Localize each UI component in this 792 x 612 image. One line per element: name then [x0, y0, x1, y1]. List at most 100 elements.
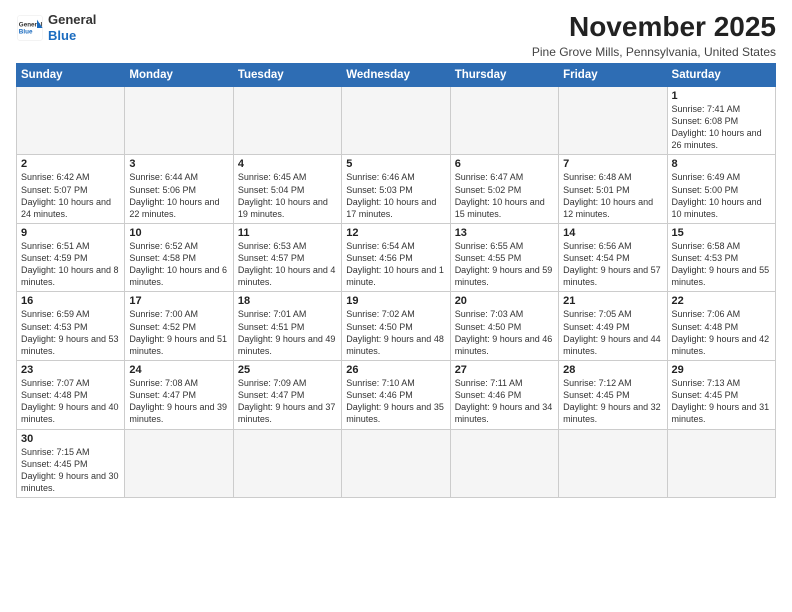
calendar-cell: 8Sunrise: 6:49 AM Sunset: 5:00 PM Daylig… [667, 155, 775, 224]
calendar-cell [667, 429, 775, 498]
day-info: Sunrise: 6:54 AM Sunset: 4:56 PM Dayligh… [346, 240, 445, 289]
day-info: Sunrise: 6:58 AM Sunset: 4:53 PM Dayligh… [672, 240, 771, 289]
day-number: 1 [672, 90, 771, 102]
calendar-cell: 6Sunrise: 6:47 AM Sunset: 5:02 PM Daylig… [450, 155, 558, 224]
calendar-cell: 12Sunrise: 6:54 AM Sunset: 4:56 PM Dayli… [342, 223, 450, 292]
calendar-cell: 9Sunrise: 6:51 AM Sunset: 4:59 PM Daylig… [17, 223, 125, 292]
calendar-cell [450, 429, 558, 498]
calendar-week-row: 2Sunrise: 6:42 AM Sunset: 5:07 PM Daylig… [17, 155, 776, 224]
calendar-cell: 11Sunrise: 6:53 AM Sunset: 4:57 PM Dayli… [233, 223, 341, 292]
day-number: 28 [563, 364, 662, 376]
day-info: Sunrise: 7:41 AM Sunset: 6:08 PM Dayligh… [672, 103, 771, 152]
day-info: Sunrise: 7:11 AM Sunset: 4:46 PM Dayligh… [455, 377, 554, 426]
calendar-cell: 30Sunrise: 7:15 AM Sunset: 4:45 PM Dayli… [17, 429, 125, 498]
header-wednesday: Wednesday [342, 63, 450, 86]
day-info: Sunrise: 7:10 AM Sunset: 4:46 PM Dayligh… [346, 377, 445, 426]
day-info: Sunrise: 6:56 AM Sunset: 4:54 PM Dayligh… [563, 240, 662, 289]
day-number: 5 [346, 158, 445, 170]
header-sunday: Sunday [17, 63, 125, 86]
day-number: 25 [238, 364, 337, 376]
day-info: Sunrise: 6:42 AM Sunset: 5:07 PM Dayligh… [21, 171, 120, 220]
calendar-week-row: 9Sunrise: 6:51 AM Sunset: 4:59 PM Daylig… [17, 223, 776, 292]
day-number: 18 [238, 295, 337, 307]
logo-icon: General Blue [16, 14, 44, 42]
weekday-header-row: Sunday Monday Tuesday Wednesday Thursday… [17, 63, 776, 86]
calendar-cell: 15Sunrise: 6:58 AM Sunset: 4:53 PM Dayli… [667, 223, 775, 292]
day-number: 3 [129, 158, 228, 170]
day-number: 2 [21, 158, 120, 170]
calendar-cell [559, 86, 667, 155]
page: General Blue GeneralBlue November 2025 P… [0, 0, 792, 612]
day-number: 15 [672, 227, 771, 239]
day-number: 11 [238, 227, 337, 239]
day-info: Sunrise: 6:59 AM Sunset: 4:53 PM Dayligh… [21, 308, 120, 357]
day-info: Sunrise: 7:03 AM Sunset: 4:50 PM Dayligh… [455, 308, 554, 357]
day-info: Sunrise: 7:01 AM Sunset: 4:51 PM Dayligh… [238, 308, 337, 357]
day-info: Sunrise: 7:08 AM Sunset: 4:47 PM Dayligh… [129, 377, 228, 426]
title-section: November 2025 Pine Grove Mills, Pennsylv… [532, 12, 776, 59]
day-number: 20 [455, 295, 554, 307]
logo: General Blue GeneralBlue [16, 12, 96, 43]
header-saturday: Saturday [667, 63, 775, 86]
calendar-cell: 29Sunrise: 7:13 AM Sunset: 4:45 PM Dayli… [667, 361, 775, 430]
day-info: Sunrise: 6:55 AM Sunset: 4:55 PM Dayligh… [455, 240, 554, 289]
calendar-cell: 3Sunrise: 6:44 AM Sunset: 5:06 PM Daylig… [125, 155, 233, 224]
day-number: 26 [346, 364, 445, 376]
calendar-week-row: 23Sunrise: 7:07 AM Sunset: 4:48 PM Dayli… [17, 361, 776, 430]
day-number: 24 [129, 364, 228, 376]
calendar-week-row: 16Sunrise: 6:59 AM Sunset: 4:53 PM Dayli… [17, 292, 776, 361]
svg-text:Blue: Blue [19, 28, 33, 35]
day-number: 19 [346, 295, 445, 307]
day-info: Sunrise: 7:00 AM Sunset: 4:52 PM Dayligh… [129, 308, 228, 357]
day-info: Sunrise: 6:51 AM Sunset: 4:59 PM Dayligh… [21, 240, 120, 289]
day-number: 21 [563, 295, 662, 307]
day-number: 9 [21, 227, 120, 239]
calendar-cell [17, 86, 125, 155]
calendar-cell: 16Sunrise: 6:59 AM Sunset: 4:53 PM Dayli… [17, 292, 125, 361]
day-number: 22 [672, 295, 771, 307]
day-info: Sunrise: 6:53 AM Sunset: 4:57 PM Dayligh… [238, 240, 337, 289]
calendar-cell: 4Sunrise: 6:45 AM Sunset: 5:04 PM Daylig… [233, 155, 341, 224]
header: General Blue GeneralBlue November 2025 P… [16, 12, 776, 59]
calendar-cell: 13Sunrise: 6:55 AM Sunset: 4:55 PM Dayli… [450, 223, 558, 292]
day-info: Sunrise: 7:09 AM Sunset: 4:47 PM Dayligh… [238, 377, 337, 426]
day-info: Sunrise: 6:46 AM Sunset: 5:03 PM Dayligh… [346, 171, 445, 220]
calendar-cell [125, 429, 233, 498]
calendar-cell [342, 429, 450, 498]
day-info: Sunrise: 6:48 AM Sunset: 5:01 PM Dayligh… [563, 171, 662, 220]
calendar-cell: 23Sunrise: 7:07 AM Sunset: 4:48 PM Dayli… [17, 361, 125, 430]
header-tuesday: Tuesday [233, 63, 341, 86]
calendar-cell: 20Sunrise: 7:03 AM Sunset: 4:50 PM Dayli… [450, 292, 558, 361]
calendar-cell: 27Sunrise: 7:11 AM Sunset: 4:46 PM Dayli… [450, 361, 558, 430]
header-friday: Friday [559, 63, 667, 86]
calendar-cell: 28Sunrise: 7:12 AM Sunset: 4:45 PM Dayli… [559, 361, 667, 430]
calendar-table: Sunday Monday Tuesday Wednesday Thursday… [16, 63, 776, 498]
logo-text: GeneralBlue [48, 12, 96, 43]
calendar-cell: 21Sunrise: 7:05 AM Sunset: 4:49 PM Dayli… [559, 292, 667, 361]
calendar-cell: 22Sunrise: 7:06 AM Sunset: 4:48 PM Dayli… [667, 292, 775, 361]
day-number: 8 [672, 158, 771, 170]
calendar-cell: 19Sunrise: 7:02 AM Sunset: 4:50 PM Dayli… [342, 292, 450, 361]
day-number: 13 [455, 227, 554, 239]
day-number: 17 [129, 295, 228, 307]
calendar-cell [450, 86, 558, 155]
day-info: Sunrise: 7:13 AM Sunset: 4:45 PM Dayligh… [672, 377, 771, 426]
day-number: 29 [672, 364, 771, 376]
day-info: Sunrise: 6:47 AM Sunset: 5:02 PM Dayligh… [455, 171, 554, 220]
calendar-cell: 10Sunrise: 6:52 AM Sunset: 4:58 PM Dayli… [125, 223, 233, 292]
day-info: Sunrise: 6:45 AM Sunset: 5:04 PM Dayligh… [238, 171, 337, 220]
calendar-cell: 7Sunrise: 6:48 AM Sunset: 5:01 PM Daylig… [559, 155, 667, 224]
calendar-cell: 17Sunrise: 7:00 AM Sunset: 4:52 PM Dayli… [125, 292, 233, 361]
day-number: 12 [346, 227, 445, 239]
calendar-cell: 25Sunrise: 7:09 AM Sunset: 4:47 PM Dayli… [233, 361, 341, 430]
day-info: Sunrise: 6:49 AM Sunset: 5:00 PM Dayligh… [672, 171, 771, 220]
calendar-cell [233, 429, 341, 498]
day-info: Sunrise: 7:15 AM Sunset: 4:45 PM Dayligh… [21, 446, 120, 495]
day-info: Sunrise: 6:44 AM Sunset: 5:06 PM Dayligh… [129, 171, 228, 220]
day-number: 23 [21, 364, 120, 376]
day-info: Sunrise: 7:06 AM Sunset: 4:48 PM Dayligh… [672, 308, 771, 357]
calendar-week-row: 30Sunrise: 7:15 AM Sunset: 4:45 PM Dayli… [17, 429, 776, 498]
day-number: 14 [563, 227, 662, 239]
day-info: Sunrise: 7:12 AM Sunset: 4:45 PM Dayligh… [563, 377, 662, 426]
calendar-cell [559, 429, 667, 498]
